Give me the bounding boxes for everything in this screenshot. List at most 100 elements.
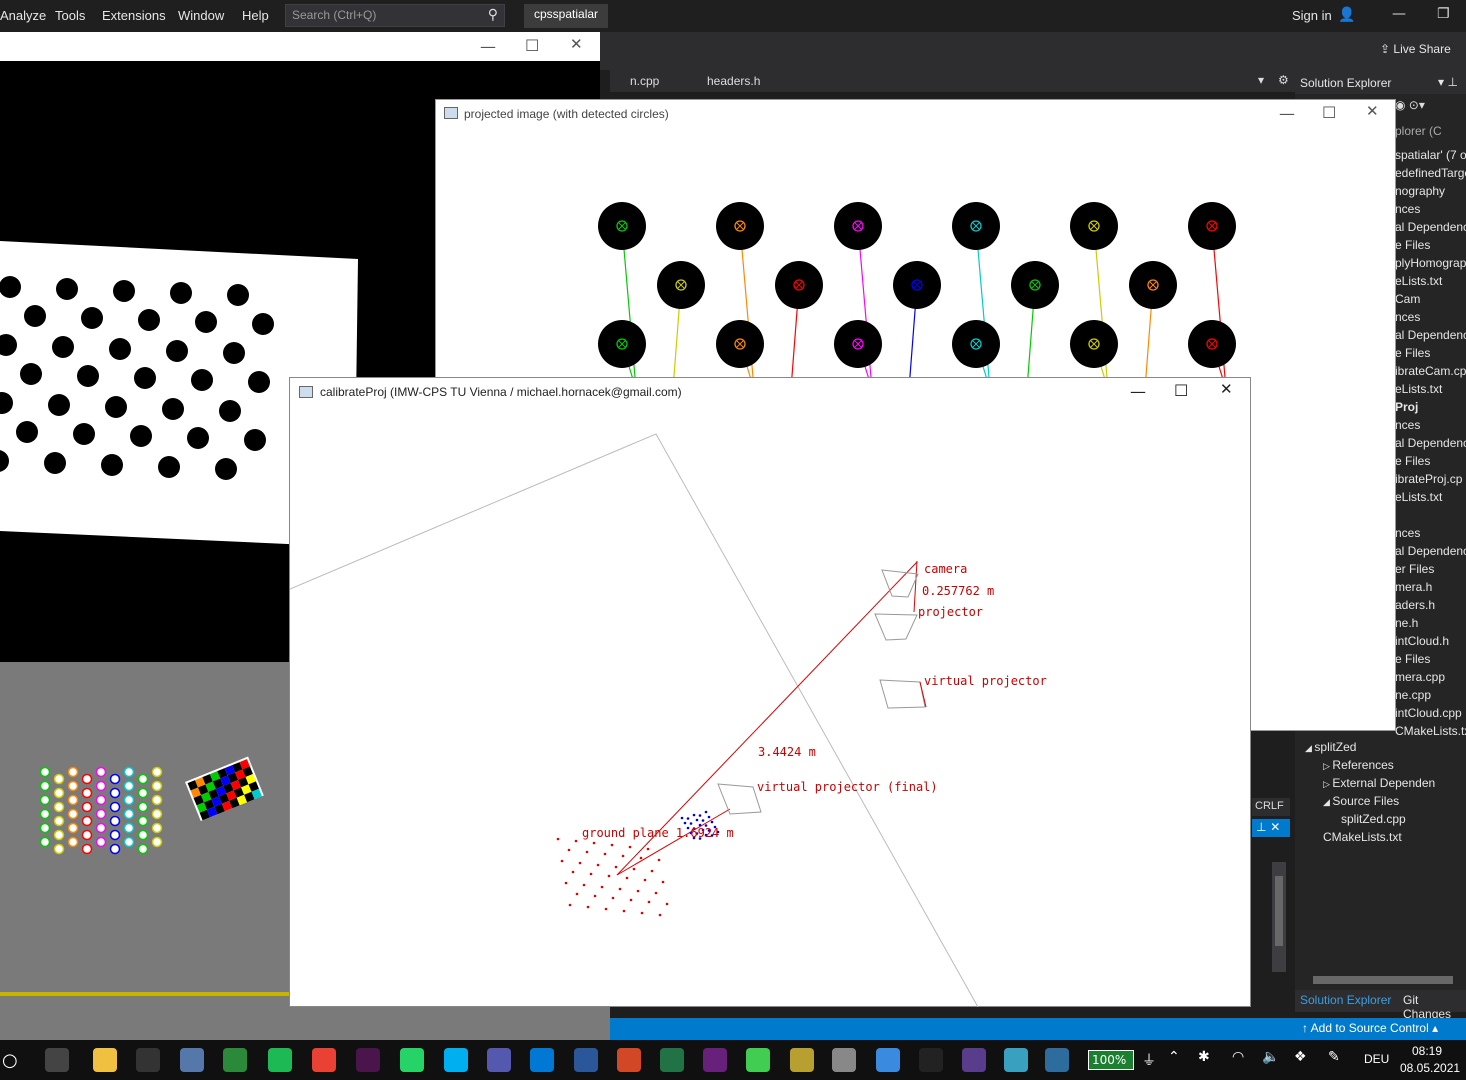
se-tree-item[interactable]: al Dependenc: [1395, 328, 1466, 346]
account-icon[interactable]: 👤: [1338, 7, 1355, 23]
language-indicator[interactable]: DEU: [1364, 1052, 1389, 1066]
se-tree-item[interactable]: al Dependenc: [1395, 544, 1466, 562]
maximize-icon[interactable]: ☐: [1174, 381, 1188, 400]
maximize-icon[interactable]: ☐: [525, 36, 539, 55]
teams-icon[interactable]: [487, 1048, 511, 1072]
bluetooth-icon[interactable]: ✱: [1198, 1049, 1210, 1065]
se-tree-item[interactable]: ibrateCam.cp: [1395, 364, 1466, 382]
se-tree-item[interactable]: splitZed.cpp: [1341, 812, 1406, 830]
se-tree-item[interactable]: e Files: [1395, 238, 1430, 256]
se-search-field[interactable]: plorer (C: [1395, 124, 1442, 138]
calibrate-proj-window[interactable]: calibrateProj (IMW-CPS TU Vienna / micha…: [289, 377, 1251, 1007]
powerpoint-icon[interactable]: [617, 1048, 641, 1072]
horizontal-scrollbar[interactable]: [1313, 976, 1453, 984]
se-tree-item[interactable]: ▷ External Dependen: [1323, 776, 1435, 794]
se-tree-item[interactable]: nces: [1395, 202, 1420, 220]
spotify-icon[interactable]: [268, 1048, 292, 1072]
close-icon[interactable]: ✕: [570, 35, 583, 53]
menu-tools[interactable]: Tools: [55, 8, 85, 23]
se-tree-item[interactable]: eLists.txt: [1395, 382, 1442, 400]
tab-headers-h[interactable]: headers.h: [707, 74, 760, 88]
se-tree-item[interactable]: Cam: [1395, 292, 1420, 310]
charts-icon[interactable]: [223, 1048, 247, 1072]
calib-window-titlebar[interactable]: calibrateProj (IMW-CPS TU Vienna / micha…: [290, 378, 1250, 407]
se-tree-item[interactable]: edefinedTarge: [1395, 166, 1466, 184]
tray-chevron-icon[interactable]: ⌃: [1168, 1049, 1180, 1065]
se-toolbar-icons[interactable]: ◉ ⊙▾: [1395, 98, 1425, 112]
se-tree-item[interactable]: intCloud.h: [1395, 634, 1449, 652]
sign-in-button[interactable]: Sign in: [1292, 8, 1332, 23]
menu-window[interactable]: Window: [178, 8, 224, 23]
tab-solution-explorer[interactable]: Solution Explorer: [1300, 993, 1391, 1007]
search-input[interactable]: Search (Ctrl+Q) ⚲: [285, 4, 505, 27]
se-tree-item[interactable]: mera.h: [1395, 580, 1432, 598]
se-tree-item[interactable]: ◢ splitZed: [1305, 740, 1356, 758]
close-icon[interactable]: ✕: [1366, 102, 1379, 120]
slack-icon[interactable]: [356, 1048, 380, 1072]
battery-indicator[interactable]: 100%: [1088, 1050, 1134, 1070]
start-icon[interactable]: ○: [2, 1050, 18, 1071]
excel-icon[interactable]: [660, 1048, 684, 1072]
wifi-icon[interactable]: ◠: [1232, 1049, 1244, 1065]
se-tree-item[interactable]: CMakeLists.txt: [1395, 724, 1466, 742]
tab-git-changes[interactable]: Git Changes: [1403, 993, 1466, 1021]
opencv-window-icon[interactable]: [1045, 1048, 1069, 1072]
projected-window-titlebar[interactable]: projected image (with detected circles) …: [436, 100, 1395, 129]
dropbox-icon[interactable]: ❖: [1294, 1049, 1307, 1065]
settings-gear-icon[interactable]: ⚙: [1278, 73, 1289, 87]
volume-icon[interactable]: 🔈: [1262, 1049, 1279, 1065]
pin-close-icon[interactable]: ⊥ ✕: [1252, 819, 1290, 837]
minimize-icon[interactable]: —: [1130, 382, 1146, 401]
restore-icon[interactable]: ❐: [1437, 6, 1450, 22]
se-tree-item[interactable]: CMakeLists.txt: [1323, 830, 1402, 848]
se-tree-item[interactable]: er Files: [1395, 562, 1434, 580]
se-tree-item[interactable]: ◢ Source Files: [1323, 794, 1399, 812]
se-tree-item[interactable]: plyHomograp: [1395, 256, 1466, 274]
se-tree-item[interactable]: ibrateProj.cp: [1395, 472, 1462, 490]
clock-time[interactable]: 08:19: [1412, 1044, 1442, 1058]
visual-studio-icon[interactable]: [703, 1048, 727, 1072]
expand-arrow-icon[interactable]: ◢: [1305, 743, 1314, 753]
se-tree-item[interactable]: aders.h: [1395, 598, 1435, 616]
maximize-icon[interactable]: ☐: [1322, 103, 1336, 122]
terminal2-icon[interactable]: [962, 1048, 986, 1072]
skype-icon[interactable]: [444, 1048, 468, 1072]
se-tree-item[interactable]: ne.h: [1395, 616, 1418, 634]
se-tree-item[interactable]: nces: [1395, 418, 1420, 436]
minimize-icon[interactable]: —: [1279, 104, 1295, 123]
word-icon[interactable]: [574, 1048, 598, 1072]
live-share-button[interactable]: ⇪ Live Share: [1380, 42, 1451, 56]
se-tree-item[interactable]: al Dependenc: [1395, 436, 1466, 454]
expand-arrow-icon[interactable]: ▷: [1323, 761, 1332, 771]
terminal-icon[interactable]: [136, 1048, 160, 1072]
camera-window-titlebar[interactable]: — ☐ ✕: [0, 32, 600, 61]
texstudio-icon[interactable]: [790, 1048, 814, 1072]
se-tree-item[interactable]: nography: [1395, 184, 1445, 202]
se-tree-item[interactable]: ne.cpp: [1395, 688, 1431, 706]
se-tree-item[interactable]: e Files: [1395, 652, 1430, 670]
se-tree-item[interactable]: al Dependenc: [1395, 220, 1466, 238]
github-icon[interactable]: [919, 1048, 943, 1072]
se-tree-item[interactable]: e Files: [1395, 346, 1430, 364]
scrollbar-track[interactable]: [1272, 862, 1286, 972]
se-tree-item[interactable]: eLists.txt: [1395, 274, 1442, 292]
scrollbar-thumb[interactable]: [1275, 876, 1283, 946]
se-tree-item[interactable]: e Files: [1395, 454, 1430, 472]
add-to-source-control-button[interactable]: ↑ Add to Source Control ▴: [1302, 1021, 1438, 1035]
se-tree-item[interactable]: mera.cpp: [1395, 670, 1445, 688]
line-ending-indicator[interactable]: CRLF: [1252, 798, 1290, 816]
close-icon[interactable]: ✕: [1220, 380, 1233, 398]
plug-icon[interactable]: ⏚: [1142, 1050, 1156, 1070]
calculator-icon[interactable]: [180, 1048, 204, 1072]
pen-icon[interactable]: ✎: [1328, 1049, 1340, 1065]
pin-icon[interactable]: ⊥: [1448, 75, 1458, 89]
menu-help[interactable]: Help: [242, 8, 269, 23]
clock-date[interactable]: 08.05.2021: [1400, 1061, 1460, 1075]
expand-arrow-icon[interactable]: ▷: [1323, 779, 1332, 789]
se-tree-item[interactable]: Proj: [1395, 400, 1418, 418]
outlook-icon[interactable]: [530, 1048, 554, 1072]
expand-arrow-icon[interactable]: ◢: [1323, 797, 1332, 807]
se-tree-item[interactable]: nces: [1395, 310, 1420, 328]
se-tree-item[interactable]: intCloud.cpp: [1395, 706, 1462, 724]
qt-icon[interactable]: [746, 1048, 770, 1072]
